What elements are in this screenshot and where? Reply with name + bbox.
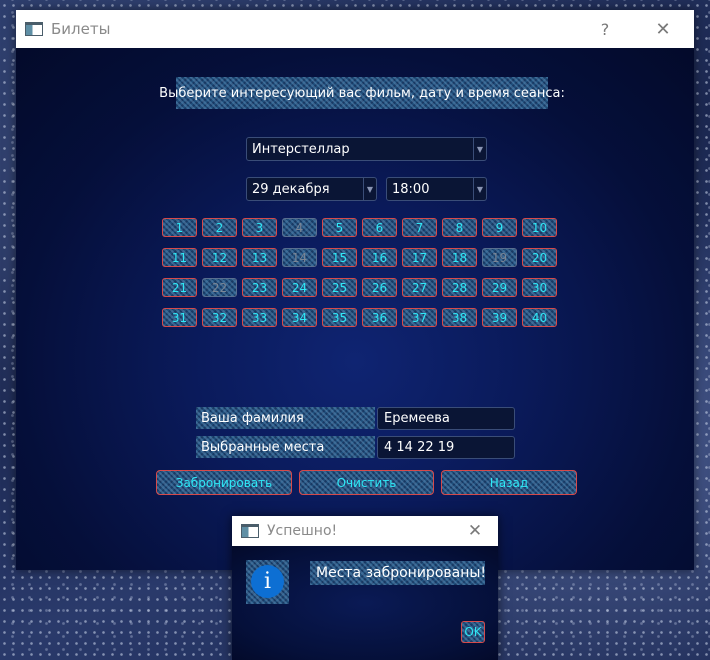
dialog-client: i Места забронированы! OK (232, 546, 498, 660)
seat-button-14[interactable]: 14 (282, 248, 317, 267)
window-client: Выберите интересующий вас фильм, дату и … (16, 48, 694, 570)
book-button[interactable]: Забронировать (156, 470, 292, 495)
back-button[interactable]: Назад (441, 470, 577, 495)
selected-seats-input[interactable]: 4 14 22 19 (377, 436, 515, 459)
movie-select[interactable]: Интерстеллар ▼ (246, 137, 487, 161)
surname-input[interactable]: Еремеева (377, 407, 515, 430)
time-select[interactable]: 18:00 ▼ (386, 177, 487, 201)
movie-select-value: Интерстеллар (252, 142, 350, 157)
seat-button-5[interactable]: 5 (322, 218, 357, 237)
info-icon-frame: i (246, 560, 289, 604)
seat-button-17[interactable]: 17 (402, 248, 437, 267)
seat-button-9[interactable]: 9 (482, 218, 517, 237)
date-select[interactable]: 29 декабря ▼ (246, 177, 377, 201)
seat-button-38[interactable]: 38 (442, 308, 477, 327)
seat-button-36[interactable]: 36 (362, 308, 397, 327)
seat-button-8[interactable]: 8 (442, 218, 477, 237)
seat-button-25[interactable]: 25 (322, 278, 357, 297)
dialog-title: Успешно! (267, 523, 338, 539)
seat-button-3[interactable]: 3 (242, 218, 277, 237)
seat-button-27[interactable]: 27 (402, 278, 437, 297)
seat-button-32[interactable]: 32 (202, 308, 237, 327)
app-icon (25, 22, 43, 36)
ok-button[interactable]: OK (461, 621, 485, 643)
time-select-value: 18:00 (392, 182, 430, 197)
window-titlebar: Билеты ? ✕ (16, 10, 694, 48)
seat-button-12[interactable]: 12 (202, 248, 237, 267)
seat-button-37[interactable]: 37 (402, 308, 437, 327)
seat-button-15[interactable]: 15 (322, 248, 357, 267)
success-dialog: Успешно! ✕ i Места забронированы! OK (232, 516, 498, 660)
seat-button-7[interactable]: 7 (402, 218, 437, 237)
seat-button-1[interactable]: 1 (162, 218, 197, 237)
chevron-down-icon: ▼ (473, 138, 486, 160)
dialog-message: Места забронированы! (310, 561, 486, 585)
surname-label: Ваша фамилия (196, 407, 375, 429)
seat-button-24[interactable]: 24 (282, 278, 317, 297)
seat-button-18[interactable]: 18 (442, 248, 477, 267)
seat-button-33[interactable]: 33 (242, 308, 277, 327)
tickets-window: Билеты ? ✕ Выберите интересующий вас фил… (16, 10, 694, 570)
window-title: Билеты (51, 20, 111, 38)
seat-button-4[interactable]: 4 (282, 218, 317, 237)
seat-button-34[interactable]: 34 (282, 308, 317, 327)
seat-button-26[interactable]: 26 (362, 278, 397, 297)
help-button[interactable]: ? (582, 10, 628, 48)
seat-button-11[interactable]: 11 (162, 248, 197, 267)
seat-button-31[interactable]: 31 (162, 308, 197, 327)
seat-button-19[interactable]: 19 (482, 248, 517, 267)
seat-button-10[interactable]: 10 (522, 218, 557, 237)
info-icon: i (251, 565, 284, 598)
chevron-down-icon: ▼ (363, 178, 376, 200)
seat-button-30[interactable]: 30 (522, 278, 557, 297)
dialog-titlebar: Успешно! ✕ (232, 516, 498, 546)
seat-button-22[interactable]: 22 (202, 278, 237, 297)
seat-button-21[interactable]: 21 (162, 278, 197, 297)
seat-button-39[interactable]: 39 (482, 308, 517, 327)
selected-seats-label: Выбранные места (196, 436, 375, 458)
seat-button-16[interactable]: 16 (362, 248, 397, 267)
close-button[interactable]: ✕ (640, 10, 686, 48)
chevron-down-icon: ▼ (473, 178, 486, 200)
seat-button-6[interactable]: 6 (362, 218, 397, 237)
seat-button-29[interactable]: 29 (482, 278, 517, 297)
seat-button-23[interactable]: 23 (242, 278, 277, 297)
seat-button-35[interactable]: 35 (322, 308, 357, 327)
seat-button-13[interactable]: 13 (242, 248, 277, 267)
app-icon (241, 524, 259, 538)
seat-button-20[interactable]: 20 (522, 248, 557, 267)
seat-button-28[interactable]: 28 (442, 278, 477, 297)
dialog-close-button[interactable]: ✕ (452, 516, 498, 546)
clear-button[interactable]: Очистить (299, 470, 434, 495)
seat-button-40[interactable]: 40 (522, 308, 557, 327)
seat-button-2[interactable]: 2 (202, 218, 237, 237)
date-select-value: 29 декабря (252, 182, 330, 197)
instruction-label: Выберите интересующий вас фильм, дату и … (159, 77, 565, 109)
